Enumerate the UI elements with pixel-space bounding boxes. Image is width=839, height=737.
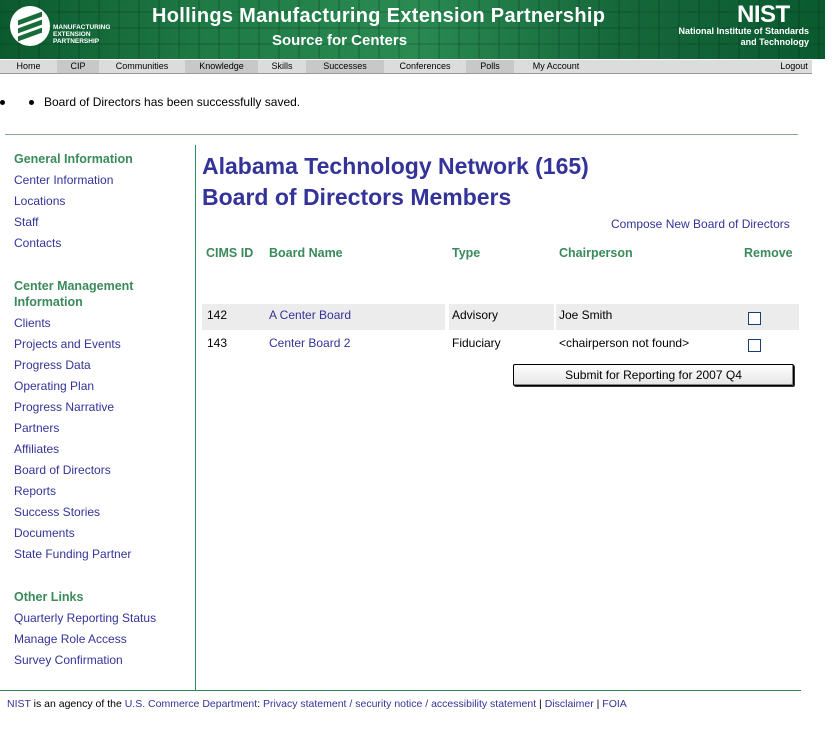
cell-cims-id: 142 <box>202 304 268 330</box>
remove-checkbox[interactable] <box>748 312 761 325</box>
board-name-link[interactable]: Center Board 2 <box>269 336 350 350</box>
page-title-section: Board of Directors Members <box>202 184 512 210</box>
nav-knowledge[interactable]: Knowledge <box>185 60 258 73</box>
bullet-icon <box>29 100 34 106</box>
nav-skills[interactable]: Skills <box>258 60 306 73</box>
column-header-remove: Remove <box>744 246 793 260</box>
column-header-chairperson: Chairperson <box>559 246 633 260</box>
sidebar-item-manage-role-access[interactable]: Manage Role Access <box>14 632 127 646</box>
nav-cip[interactable]: CIP <box>57 60 99 73</box>
footer-commerce-link[interactable]: U.S. Commerce Department <box>125 698 257 710</box>
sidebar-item-contacts[interactable]: Contacts <box>14 236 61 250</box>
nav-home[interactable]: Home <box>0 60 57 73</box>
footer-separator: | <box>593 698 603 710</box>
footer-nist-link[interactable]: NIST <box>7 698 31 710</box>
nav-my-account[interactable]: My Account <box>514 60 598 73</box>
top-nav: Home CIP Communities Knowledge Skills Su… <box>0 59 812 74</box>
success-message-text: Board of Directors has been successfully… <box>44 95 301 109</box>
cell-chairperson: <chairperson not found> <box>559 336 690 350</box>
sidebar-item-affiliates[interactable]: Affiliates <box>14 442 59 456</box>
sidebar-heading-general: General Information <box>14 152 133 166</box>
footer-privacy-link[interactable]: Privacy statement / security notice / ac… <box>263 698 536 710</box>
sidebar-item-staff[interactable]: Staff <box>14 215 38 229</box>
compose-board-link[interactable]: Compose New Board of Directors <box>611 217 790 231</box>
board-name-link[interactable]: A Center Board <box>269 308 351 322</box>
sidebar-item-progress-narrative[interactable]: Progress Narrative <box>14 400 114 414</box>
sidebar-item-state-funding-partner[interactable]: State Funding Partner <box>14 547 131 561</box>
cell-board-name-link[interactable]: A Center Board <box>266 304 445 330</box>
sidebar-item-clients[interactable]: Clients <box>14 316 51 330</box>
nist-logo: NIST <box>737 1 790 28</box>
sidebar-item-board-of-directors[interactable]: Board of Directors <box>14 463 111 477</box>
sidebar-item-projects-and-events[interactable]: Projects and Events <box>14 337 121 351</box>
cell-cims-id: 143 <box>207 336 228 350</box>
banner-subtitle: Source for Centers <box>272 32 408 49</box>
cell-type: Fiduciary <box>452 336 501 350</box>
footer-foia-link[interactable]: FOIA <box>602 698 627 710</box>
cell-remove <box>740 332 799 358</box>
submit-for-reporting-button[interactable]: Submit for Reporting for 2007 Q4 <box>513 364 794 386</box>
divider <box>5 134 798 135</box>
mep-logo-text: MANUFACTURING EXTENSION PARTNERSHIP <box>53 24 111 45</box>
remove-checkbox[interactable] <box>748 339 761 352</box>
nav-logout[interactable]: Logout <box>774 60 814 73</box>
nav-communities[interactable]: Communities <box>99 60 185 73</box>
footer-disclaimer-link[interactable]: Disclaimer <box>545 698 594 710</box>
cell-board-name-link[interactable]: Center Board 2 <box>266 332 445 358</box>
cell-type: Advisory <box>449 304 554 330</box>
sidebar-item-reports[interactable]: Reports <box>14 484 56 498</box>
footer-text: is an agency of the <box>30 698 125 710</box>
column-header-cims-id: CIMS ID <box>206 246 254 260</box>
sidebar-item-success-stories[interactable]: Success Stories <box>14 505 100 519</box>
sidebar-item-locations[interactable]: Locations <box>14 194 65 208</box>
sidebar-heading-management: Center Management Information <box>14 279 134 309</box>
cell-remove <box>740 304 799 330</box>
sidebar-item-operating-plan[interactable]: Operating Plan <box>14 379 94 393</box>
column-header-type: Type <box>452 246 481 260</box>
footer-divider <box>0 690 801 691</box>
success-message: Board of Directors has been successfully… <box>0 95 301 109</box>
column-header-board-name: Board Name <box>269 246 343 260</box>
sidebar-item-survey-confirmation[interactable]: Survey Confirmation <box>14 653 123 667</box>
nist-name: National Institute of Standards and Tech… <box>678 26 809 47</box>
page-title-center: Alabama Technology Network (165) <box>202 153 589 179</box>
sidebar-item-documents[interactable]: Documents <box>14 526 75 540</box>
sidebar-item-center-information[interactable]: Center Information <box>14 173 113 187</box>
footer: NIST is an agency of the U.S. Commerce D… <box>7 698 627 710</box>
sidebar-item-quarterly-reporting-status[interactable]: Quarterly Reporting Status <box>14 611 156 625</box>
sidebar-item-partners[interactable]: Partners <box>14 421 59 435</box>
nav-conferences[interactable]: Conferences <box>384 60 466 73</box>
cell-chairperson: Joe Smith <box>556 304 740 330</box>
table-row: 142 A Center Board Advisory Joe Smith <box>202 304 799 330</box>
site-banner: MANUFACTURING EXTENSION PARTNERSHIP Holl… <box>0 0 825 59</box>
page-title: Alabama Technology Network (165) Board o… <box>202 151 589 213</box>
sidebar-item-progress-data[interactable]: Progress Data <box>14 358 91 372</box>
banner-title: Hollings Manufacturing Extension Partner… <box>152 5 606 27</box>
footer-separator: | <box>536 698 545 710</box>
nav-successes[interactable]: Successes <box>306 60 384 73</box>
mep-logo-icon <box>10 6 50 46</box>
sidebar-heading-other: Other Links <box>14 590 84 604</box>
table-row: 143 Center Board 2 Fiduciary <chairperso… <box>202 332 799 358</box>
sidebar: General Information Center Information L… <box>0 145 196 690</box>
nav-polls[interactable]: Polls <box>466 60 514 73</box>
